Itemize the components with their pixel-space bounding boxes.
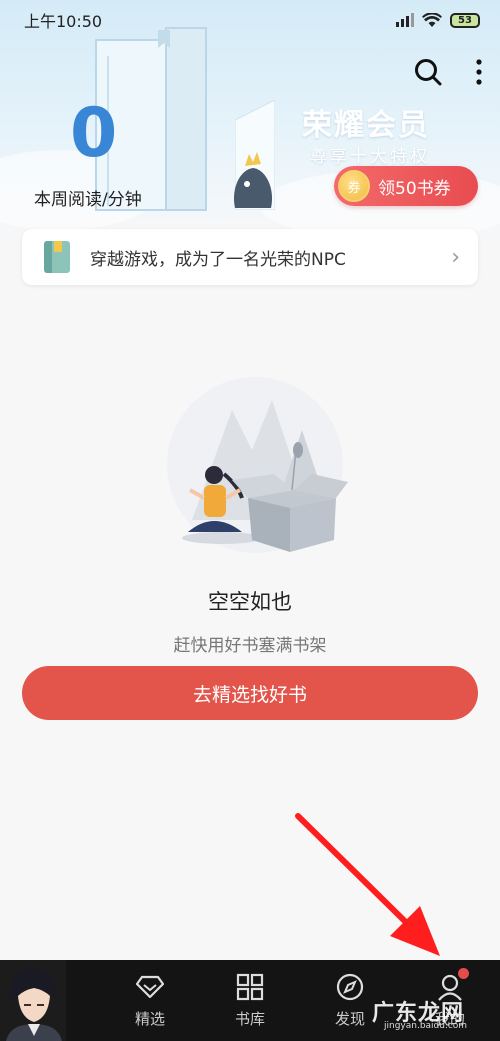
empty-state-subtitle: 赶快用好书塞满书架 xyxy=(173,636,327,656)
nav-label-discover: 发现 xyxy=(334,1010,365,1028)
grid-icon xyxy=(235,972,265,1002)
browse-featured-button[interactable]: 去精选找好书 xyxy=(22,666,478,720)
status-bar: 上午10:50 53 xyxy=(0,0,500,40)
diamond-icon xyxy=(135,972,165,1002)
more-options-icon[interactable] xyxy=(476,59,482,85)
watermark-subtext: jingyan.baidu.com xyxy=(384,1021,468,1031)
top-actions xyxy=(414,58,482,86)
notification-dot xyxy=(458,968,469,979)
chevron-right-icon: › xyxy=(451,244,460,270)
claim-coupon-button[interactable]: 券 领50书券 xyxy=(334,166,478,206)
wifi-icon xyxy=(422,12,442,27)
weekly-reading-value: 0 xyxy=(70,94,118,173)
nav-item-library[interactable]: 书库 xyxy=(200,960,300,1041)
recommended-book-bar[interactable]: 穿越游戏，成为了一名光荣的NPC › xyxy=(22,229,478,285)
search-icon[interactable] xyxy=(414,58,442,86)
avatar[interactable] xyxy=(0,960,66,1041)
mascot-illustration xyxy=(233,152,273,208)
avatar-portrait xyxy=(0,960,66,1041)
battery-indicator: 53 xyxy=(450,12,480,28)
vip-title[interactable]: 荣耀会员 xyxy=(302,100,430,144)
empty-state-title: 空空如也 xyxy=(208,590,292,614)
coupon-icon: 券 xyxy=(338,170,370,202)
book-icon xyxy=(44,241,70,273)
compass-icon xyxy=(335,972,365,1002)
vip-subtitle: 尊享十大特权 xyxy=(310,147,430,167)
status-time: 上午10:50 xyxy=(24,12,103,31)
nav-label-library: 书库 xyxy=(234,1010,265,1028)
nav-label-featured: 精选 xyxy=(134,1010,165,1028)
empty-shelf-illustration xyxy=(167,377,348,553)
signal-icon xyxy=(396,13,414,27)
red-arrow-annotation xyxy=(295,813,440,956)
weekly-reading-label: 本周阅读/分钟 xyxy=(34,190,142,210)
coupon-label: 领50书券 xyxy=(378,178,451,199)
recommended-book-text: 穿越游戏，成为了一名光荣的NPC xyxy=(90,249,346,270)
nav-item-featured[interactable]: 精选 xyxy=(100,960,200,1041)
